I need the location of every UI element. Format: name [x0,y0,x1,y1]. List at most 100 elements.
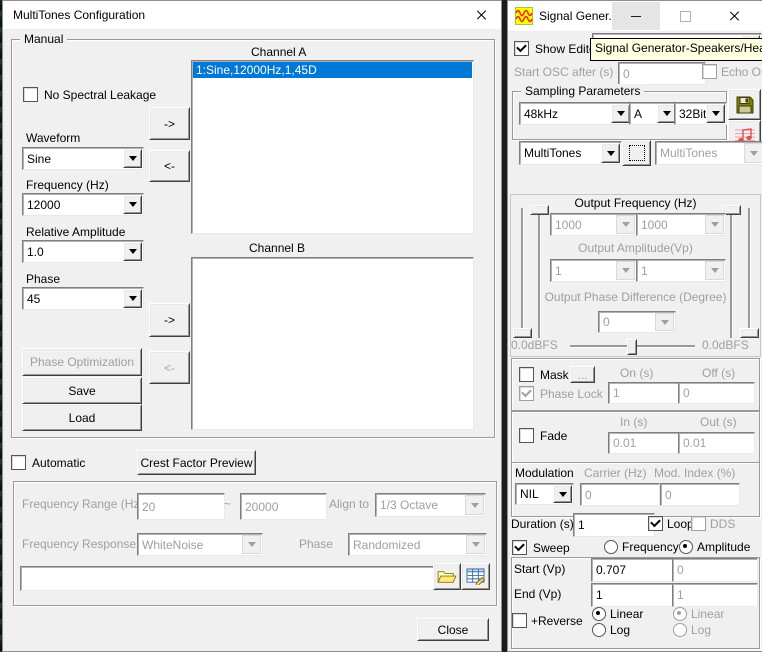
linear-b-row: Linear [673,607,724,621]
desktop: { "multitones": { "title": "MultiTones C… [0,0,762,652]
mask-on-label: On (s) [620,367,653,380]
multitones-editor-button[interactable] [622,140,651,166]
minimize-button[interactable] [612,2,660,30]
automatic-label: Automatic [32,456,85,470]
show-editor-checkbox[interactable] [514,41,529,56]
reverse-checkbox[interactable] [512,613,527,628]
dbfs-left-label: 0.0dBFS [511,339,558,352]
linear-a-label: Linear [610,607,643,621]
carrier-input: 0 [580,483,660,506]
balance-slider-thumb[interactable] [627,339,637,355]
start-vp-value: 0.707 [596,563,626,577]
start-osc-input: 0 [618,62,706,85]
add-to-channel-b-button[interactable]: -> [149,303,190,337]
echo-only-checkbox [702,64,717,79]
fade-in-value: 0.01 [613,436,636,450]
sweep-frequency-radio[interactable] [604,540,618,554]
signal-generator-window: Signal Gener... Show Editor Signal Gener… [507,0,762,652]
level-slider-left-outer-track[interactable] [521,208,523,336]
sweep-row: Sweep [512,540,570,555]
log-a-label: Log [610,623,630,637]
sweep-checkbox[interactable] [512,540,527,555]
relative-amplitude-select[interactable]: 1.0 [22,240,144,263]
sweep-amplitude-row: Amplitude [679,540,750,554]
log-a-radio[interactable] [592,623,606,637]
channel-a-item[interactable]: 1:Sine,12000Hz,1,45D [193,62,472,78]
remove-from-channel-a-button[interactable]: <- [149,150,190,182]
start-osc-label: Start OSC after (s) [514,66,613,79]
channel-a-listbox[interactable]: 1:Sine,12000Hz,1,45D [191,60,474,234]
spreadsheet-edit-button[interactable] [461,563,490,590]
multitones-close-button[interactable] [469,5,493,25]
crest-factor-preview-button[interactable]: Crest Factor Preview [137,450,256,475]
frequency-value: 12000 [27,198,60,212]
dropdown-arrow-icon [465,495,484,515]
level-slider-right-outer-thumb[interactable] [740,328,759,338]
signal-generator-app-icon [515,7,533,25]
dropdown-arrow-icon[interactable] [601,143,620,163]
end-vp-input[interactable]: 1 [591,583,678,607]
level-slider-left-outer-thumb[interactable] [513,328,532,338]
dropdown-arrow-icon[interactable] [611,104,630,123]
bit-depth-select[interactable]: 32Bit [674,102,727,125]
dropdown-arrow-icon[interactable] [123,195,142,214]
mask-on-input: 1 [608,382,681,404]
waveform-a-select[interactable]: MultiTones [519,141,622,165]
close-button[interactable]: Close [417,618,489,641]
phase-difference-label: Output Phase Difference (Degree) [538,291,733,304]
fade-checkbox[interactable] [519,428,534,443]
start-vp-input[interactable]: 0.707 [591,558,678,582]
level-slider-left-inner-thumb[interactable] [530,205,549,215]
log-b-radio [673,623,687,637]
linear-a-radio[interactable] [592,607,606,621]
fade-out-input: 0.01 [678,432,755,454]
align-to-select: 1/3 Octave [375,493,486,517]
dropdown-arrow-icon[interactable] [123,149,142,168]
open-file-button[interactable] [433,563,461,590]
frequency-label: Frequency (Hz) [26,179,109,192]
dropdown-arrow-icon[interactable] [706,104,725,123]
level-slider-right-outer-track[interactable] [748,208,750,336]
output-frequency-a-value: 1000 [555,218,582,232]
no-spectral-leakage-row: No Spectral Leakage [23,87,156,102]
sampling-channel-select[interactable]: A [629,102,678,125]
dropdown-arrow-icon[interactable] [123,242,142,261]
phase-optimization-label: Phase Optimization [30,355,134,369]
no-spectral-leakage-checkbox[interactable] [23,87,38,102]
waveform-select[interactable]: Sine [22,147,144,170]
modulation-select[interactable]: NIL [515,483,574,505]
end-vp-b-value: 1 [677,588,684,602]
dropdown-arrow-icon [705,261,724,280]
signal-generator-close-button[interactable] [710,2,758,30]
dropdown-arrow-icon[interactable] [123,289,142,308]
duration-input[interactable]: 1 [573,513,655,537]
save-signal-button[interactable] [728,89,761,120]
level-slider-left-inner-track[interactable] [538,206,540,338]
frequency-response-select: WhiteNoise [137,533,263,556]
manual-group-label: Manual [20,32,67,46]
start-vp-label: Start (Vp) [514,563,565,576]
add-to-channel-a-button[interactable]: -> [149,107,190,140]
phase-mode-label: Phase [299,538,333,551]
load-button[interactable]: Load [22,404,142,431]
linear-b-radio [673,607,687,621]
phase-mode-select: Randomized [348,533,487,556]
echo-only-label: Echo Only [721,65,762,79]
save-button[interactable]: Save [22,377,142,404]
sample-rate-value: 48kHz [524,107,558,121]
frequency-range-to-input: 20000 [240,493,327,520]
mask-checkbox[interactable] [519,367,534,382]
channel-b-listbox[interactable] [191,257,474,430]
sweep-amplitude-radio[interactable] [679,540,693,554]
frequency-select[interactable]: 12000 [22,193,144,216]
sample-rate-select[interactable]: 48kHz [519,102,632,125]
loop-checkbox[interactable] [648,516,663,531]
maximize-button[interactable] [661,2,709,30]
file-path-input[interactable] [20,566,439,591]
mask-more-label: ... [577,368,587,382]
phase-select[interactable]: 45 [22,287,144,310]
dropdown-arrow-icon[interactable] [553,485,572,503]
level-slider-right-inner-track[interactable] [730,206,732,338]
reverse-row: +Reverse [512,613,583,628]
automatic-checkbox[interactable] [11,455,26,470]
